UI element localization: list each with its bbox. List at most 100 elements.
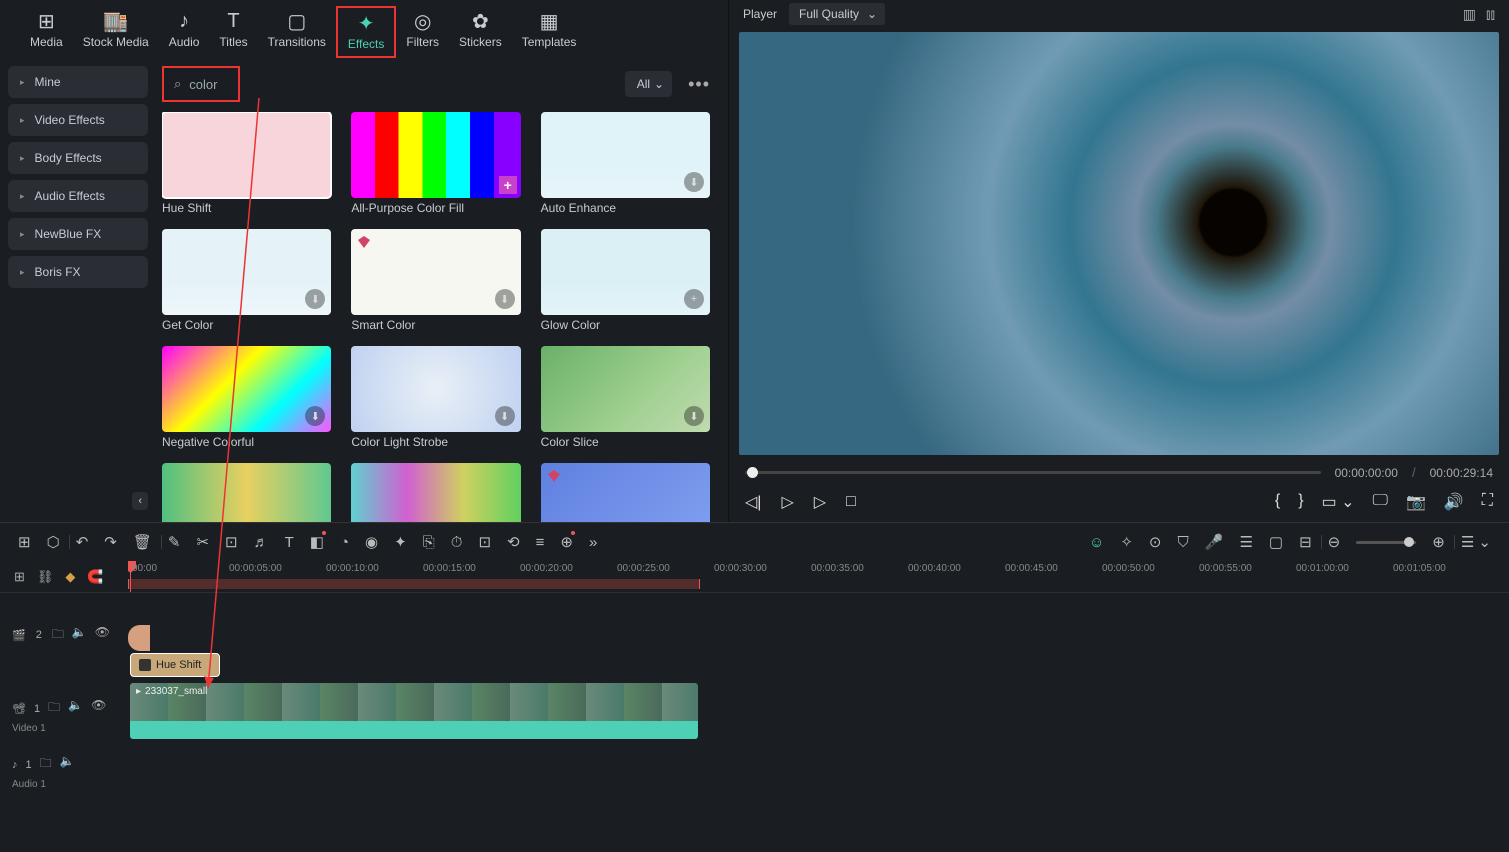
effect-negative-colorful[interactable]: ⬇Negative Colorful: [162, 346, 331, 449]
tool-resize-icon[interactable]: ◧: [310, 533, 324, 551]
effect-thumb[interactable]: ⬇: [162, 229, 331, 315]
tool-more-icon[interactable]: »: [589, 534, 597, 551]
effect-thumb[interactable]: [162, 112, 331, 198]
video-clip[interactable]: ▸233037_small: [130, 683, 698, 739]
snapshot-icon[interactable]: 📷: [1406, 492, 1426, 512]
nav-effects[interactable]: ✦Effects: [336, 6, 396, 58]
effect-item[interactable]: [351, 463, 520, 522]
add-icon[interactable]: +: [684, 289, 704, 309]
effect-thumb[interactable]: ⬇: [351, 346, 520, 432]
quality-dropdown[interactable]: Full Quality: [789, 3, 885, 25]
effect-clip-hue-shift[interactable]: Hue Shift: [130, 653, 220, 677]
tool-select-icon[interactable]: ⬡: [47, 533, 60, 551]
timeline-link-icon[interactable]: ⛓: [37, 569, 54, 585]
effect-item[interactable]: [541, 463, 710, 522]
tool-list-icon[interactable]: ☰: [1239, 533, 1252, 551]
download-icon[interactable]: ⬇: [684, 406, 704, 426]
effect-thumb[interactable]: ⬇: [541, 112, 710, 198]
folder-icon[interactable]: 🗀: [48, 698, 60, 719]
sidebar-item-boris-fx[interactable]: ▸Boris FX: [8, 256, 148, 288]
tool-color-icon[interactable]: ◉: [365, 533, 378, 551]
nav-titles[interactable]: TTitles: [209, 6, 257, 58]
effect-thumb[interactable]: +: [351, 112, 520, 198]
zoom-out-button[interactable]: ⊖: [1328, 533, 1341, 551]
zoom-in-button[interactable]: ⊕: [1432, 533, 1445, 551]
timeline-ruler[interactable]: 00:0000:00:05:0000:00:10:0000:00:15:0000…: [128, 561, 1509, 592]
tool-card-icon[interactable]: ▢: [1269, 533, 1283, 551]
effect-thumb[interactable]: ⬇: [162, 346, 331, 432]
effect-thumb[interactable]: [541, 463, 710, 522]
stop-button[interactable]: □: [846, 493, 856, 511]
folder-icon[interactable]: 🗀: [40, 754, 52, 775]
tool-music-icon[interactable]: ♬: [254, 534, 269, 551]
timeline-magnet-icon[interactable]: 🧲: [87, 569, 103, 585]
prev-frame-button[interactable]: ◁|: [745, 492, 761, 512]
tool-crop-icon[interactable]: ⊡: [225, 533, 238, 551]
tool-play2-icon[interactable]: ⊙: [1149, 533, 1162, 551]
scope-icon[interactable]: ⫾⫾: [1486, 6, 1495, 23]
more-options-button[interactable]: •••: [682, 74, 716, 95]
track-view-button[interactable]: ☰ ⌄: [1461, 533, 1491, 551]
nav-templates[interactable]: ▦Templates: [512, 6, 587, 58]
nav-transitions[interactable]: ▢Transitions: [258, 6, 336, 58]
nav-filters[interactable]: ◎Filters: [396, 6, 449, 58]
tool-text-icon[interactable]: T: [285, 534, 294, 551]
speaker-icon[interactable]: 🔈: [60, 754, 75, 775]
tool-adjust-icon[interactable]: ≡: [536, 534, 545, 551]
play-button[interactable]: ▷: [781, 492, 793, 512]
timeline-marker-icon[interactable]: ◆: [65, 569, 75, 585]
tool-link-icon[interactable]: ⟲: [507, 533, 520, 551]
sidebar-item-audio-effects[interactable]: ▸Audio Effects: [8, 180, 148, 212]
scrub-thumb[interactable]: [747, 467, 758, 478]
download-icon[interactable]: ⬇: [495, 406, 515, 426]
timeline-add-icon[interactable]: ⊞: [14, 569, 25, 585]
download-icon[interactable]: ⬇: [684, 172, 704, 192]
effect-auto-enhance[interactable]: ⬇Auto Enhance: [541, 112, 710, 215]
sidebar-item-video-effects[interactable]: ▸Video Effects: [8, 104, 148, 136]
play-forward-button[interactable]: ▷: [814, 492, 826, 512]
tool-extra-icon[interactable]: ⊕: [560, 533, 573, 551]
tool-ai-icon[interactable]: ✦: [394, 533, 407, 551]
nav-audio[interactable]: ♪Audio: [159, 6, 210, 58]
effect-color-slice[interactable]: ⬇Color Slice: [541, 346, 710, 449]
download-icon[interactable]: ⬇: [305, 406, 325, 426]
effect-smart-color[interactable]: ⬇Smart Color: [351, 229, 520, 332]
effect-thumb[interactable]: ⬇: [541, 346, 710, 432]
download-icon[interactable]: ⬇: [305, 289, 325, 309]
search-input[interactable]: [189, 77, 229, 92]
nav-media[interactable]: ⊞Media: [20, 6, 73, 58]
preview-area[interactable]: [739, 32, 1499, 455]
eye-icon[interactable]: 👁: [91, 698, 106, 719]
zoom-slider[interactable]: [1356, 541, 1416, 544]
playhead[interactable]: [130, 561, 131, 592]
nav-stickers[interactable]: ✿Stickers: [449, 6, 512, 58]
speaker-icon[interactable]: 🔈: [68, 698, 83, 719]
tool-cut-icon[interactable]: ✂: [196, 533, 209, 551]
eye-icon[interactable]: 👁: [95, 625, 110, 646]
tool-nest-icon[interactable]: ⊞: [18, 533, 31, 551]
tool-enhance-icon[interactable]: ✧: [1120, 533, 1133, 551]
tool-export-frame-icon[interactable]: ⎘: [423, 534, 435, 551]
download-icon[interactable]: ⬇: [495, 289, 515, 309]
sidebar-item-newblue-fx[interactable]: ▸NewBlue FX: [8, 218, 148, 250]
tool-fit-icon[interactable]: ⊡: [478, 533, 491, 551]
mark-in-button[interactable]: {: [1275, 492, 1280, 512]
effect-thumb[interactable]: ⬇: [351, 229, 520, 315]
delete-button[interactable]: 🗑: [133, 533, 152, 551]
effect-thumb[interactable]: +: [541, 229, 710, 315]
tool-timer-icon[interactable]: ⏱: [451, 534, 463, 551]
tool-shield-icon[interactable]: ⛉: [1177, 534, 1188, 551]
effect-glow-color[interactable]: +Glow Color: [541, 229, 710, 332]
track-content-area[interactable]: Hue Shift ▸233037_small: [128, 593, 1509, 852]
display-settings-icon[interactable]: 🖵: [1373, 492, 1388, 512]
effect-all-purpose-color-fill[interactable]: +All-Purpose Color Fill: [351, 112, 520, 215]
fullscreen-icon[interactable]: ⛶: [1482, 492, 1493, 512]
tool-speed-icon[interactable]: ◔: [340, 534, 349, 551]
effect-thumb[interactable]: [162, 463, 331, 522]
sidebar-item-body-effects[interactable]: ▸Body Effects: [8, 142, 148, 174]
filter-dropdown[interactable]: All: [625, 71, 672, 97]
effect-color-light-strobe[interactable]: ⬇Color Light Strobe: [351, 346, 520, 449]
layout-dropdown[interactable]: ▭ ⌄: [1322, 492, 1355, 512]
volume-icon[interactable]: 🔊: [1444, 492, 1464, 512]
fx-range-marker[interactable]: [128, 625, 150, 651]
